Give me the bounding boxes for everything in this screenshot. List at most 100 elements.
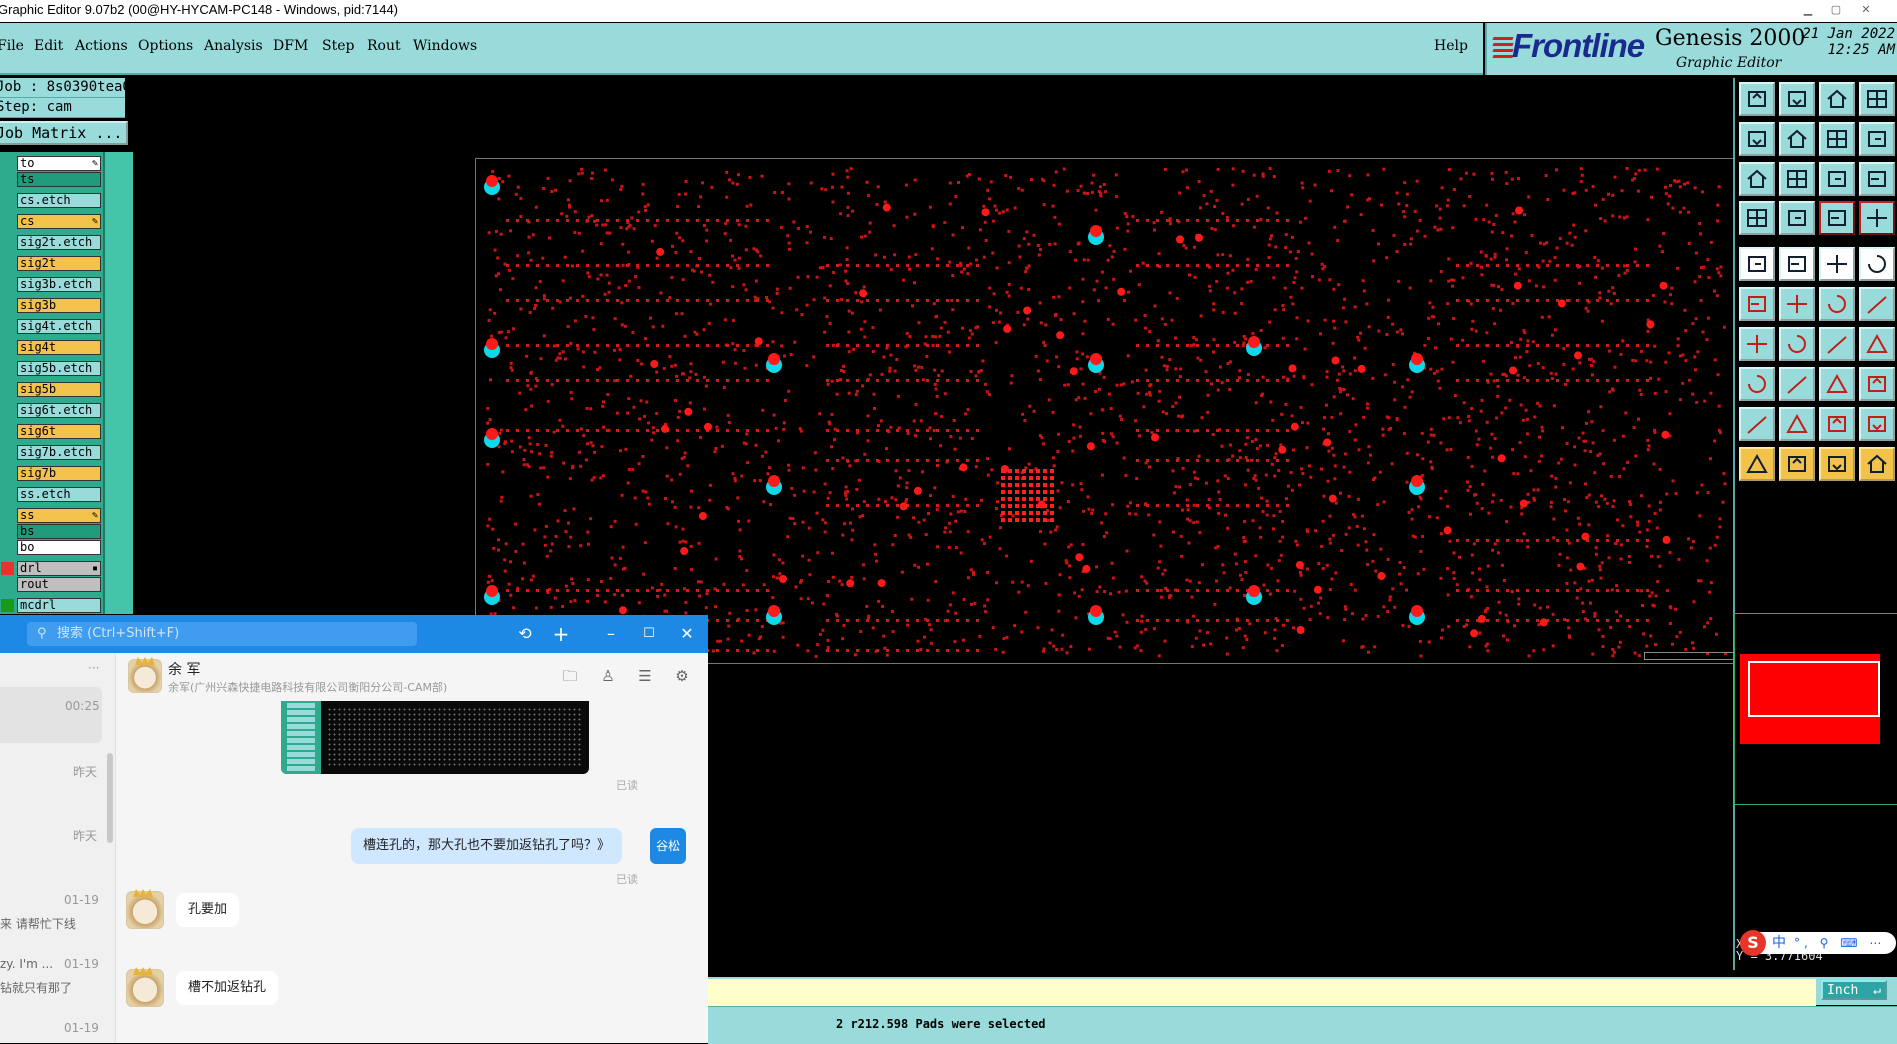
layer-cs-etch[interactable]: cs.etch: [17, 193, 101, 208]
add-icon[interactable]: +: [548, 621, 574, 647]
layer-bo[interactable]: bo: [17, 540, 101, 555]
conversation-item-selected[interactable]: [0, 687, 102, 743]
maximize-icon[interactable]: ▢: [1826, 0, 1846, 20]
select-lasso-tool-button[interactable]: [1819, 447, 1855, 481]
snap-point-tool-button[interactable]: [1819, 287, 1855, 321]
layer-sig4t-etch[interactable]: sig4t.etch: [17, 319, 101, 334]
job-matrix-button[interactable]: Job Matrix ...: [0, 121, 128, 145]
layer-ss[interactable]: ss ✎: [17, 508, 101, 523]
probe-tool-button[interactable]: [1739, 201, 1775, 235]
add-member-icon[interactable]: ♙: [597, 665, 619, 687]
export-tool-button[interactable]: [1779, 122, 1815, 156]
scale-tool-button[interactable]: [1819, 162, 1855, 196]
conversation-scrollbar[interactable]: [107, 753, 113, 843]
ime-tools[interactable]: °, ⚲ ⌨ ⋯: [1794, 932, 1885, 954]
layer-sig3b[interactable]: sig3b: [17, 298, 101, 313]
my-avatar[interactable]: 谷松: [650, 828, 686, 864]
ime-toolbar[interactable]: S 中 °, ⚲ ⌨ ⋯: [1740, 930, 1896, 956]
cross-tool-button[interactable]: [1779, 287, 1815, 321]
import-tool-button[interactable]: [1739, 122, 1775, 156]
menu-help[interactable]: Help: [1434, 38, 1468, 54]
conversation-snippet[interactable]: 来 请帮忙下线: [0, 915, 100, 932]
layer-bs[interactable]: bs: [17, 524, 101, 539]
open-tool-button[interactable]: [1739, 82, 1775, 116]
diagonal-tool-button[interactable]: [1779, 327, 1815, 361]
layer-affected-icon[interactable]: [1, 599, 14, 612]
units-toggle[interactable]: Inch ↵: [1821, 980, 1887, 1000]
layer-mcdrl[interactable]: mcdrl: [17, 598, 101, 613]
split-tool-button[interactable]: [1859, 82, 1895, 116]
menu-step[interactable]: Step: [322, 38, 354, 54]
work-layer-arrow-icon[interactable]: [1, 562, 14, 575]
layer-sig4t[interactable]: sig4t: [17, 340, 101, 355]
selected-pad-markers[interactable]: [484, 175, 1425, 625]
menu-file[interactable]: File: [0, 38, 24, 54]
sogou-icon[interactable]: S: [1740, 930, 1766, 956]
mirror-tool-button[interactable]: [1779, 367, 1815, 401]
menu-options[interactable]: Options: [138, 38, 193, 54]
menu-edit[interactable]: Edit: [34, 38, 63, 54]
message-bubble-sent[interactable]: 槽连孔的，那大孔也不要加返钻孔了吗？》: [351, 828, 623, 864]
arc-tool-button[interactable]: [1819, 327, 1855, 361]
layer-sig7b-etch[interactable]: sig7b.etch: [17, 445, 101, 460]
help-tool-button[interactable]: [1859, 162, 1895, 196]
settings-gear-icon[interactable]: ⚙: [671, 665, 693, 687]
pattern-tool-button[interactable]: [1859, 327, 1895, 361]
layer-sig6t[interactable]: sig6t: [17, 424, 101, 439]
layer-cs[interactable]: cs ✎: [17, 214, 101, 229]
layer-sig3b-etch[interactable]: sig3b.etch: [17, 277, 101, 292]
select-tool-button[interactable]: [1739, 447, 1775, 481]
select-multi-tool-button[interactable]: [1859, 447, 1895, 481]
more-icon[interactable]: ···: [88, 661, 99, 675]
contact-avatar[interactable]: [126, 891, 164, 929]
overview-viewport[interactable]: [1748, 661, 1880, 717]
chat-search-input[interactable]: ⚲ 搜索 (Ctrl+Shift+F): [27, 622, 417, 646]
peak-tool-button[interactable]: [1779, 407, 1815, 441]
layer-sig5b[interactable]: sig5b: [17, 382, 101, 397]
contact-avatar[interactable]: [126, 969, 164, 1007]
contact-avatar[interactable]: [128, 659, 162, 693]
rotate-tool-button[interactable]: [1739, 367, 1775, 401]
chat-close-icon[interactable]: ✕: [674, 621, 700, 647]
layer-sig2t[interactable]: sig2t: [17, 256, 101, 271]
layer-ts[interactable]: ts: [17, 172, 101, 187]
arch-tool-button[interactable]: [1819, 407, 1855, 441]
contact-name[interactable]: 余 军: [168, 659, 200, 679]
layer-ss-etch[interactable]: ss.etch: [17, 487, 101, 502]
net-tool-button[interactable]: [1739, 287, 1775, 321]
layer-drl[interactable]: drl ▪: [17, 561, 101, 576]
resize-tool-button[interactable]: [1819, 367, 1855, 401]
layer-to[interactable]: to ✎: [17, 156, 101, 171]
conversation-snippet[interactable]: zy. I'm ...: [0, 957, 55, 971]
ime-lang[interactable]: 中: [1772, 932, 1786, 954]
layer-sig6t-etch[interactable]: sig6t.etch: [17, 403, 101, 418]
conversation-snippet[interactable]: 钻就只有那了: [0, 979, 100, 996]
ruler-tool-button[interactable]: [1819, 247, 1855, 281]
search-history-icon[interactable]: ☰: [634, 665, 656, 687]
array-tool-button[interactable]: [1859, 367, 1895, 401]
layer-sig7b[interactable]: sig7b: [17, 466, 101, 481]
connect-tool-button[interactable]: [1859, 287, 1895, 321]
triangle-tool-button[interactable]: [1739, 407, 1775, 441]
pcb-board-view[interactable]: [476, 159, 1734, 663]
pad-tool-button[interactable]: [1859, 247, 1895, 281]
layer-rout[interactable]: rout: [17, 577, 101, 592]
layer-list-scroll[interactable]: [103, 152, 133, 614]
measure-tool-button[interactable]: [1779, 201, 1815, 235]
menu-actions[interactable]: Actions: [75, 38, 128, 54]
menu-analysis[interactable]: Analysis: [204, 38, 263, 54]
fit-screen-tool-button[interactable]: [1739, 162, 1775, 196]
undo-tool-button[interactable]: [1819, 122, 1855, 156]
camera-tool-button[interactable]: [1739, 247, 1775, 281]
layer-sig2t-etch[interactable]: sig2t.etch: [17, 235, 101, 250]
chat-minimize-icon[interactable]: –: [598, 621, 624, 647]
layer-sig5b-etch[interactable]: sig5b.etch: [17, 361, 101, 376]
menu-windows[interactable]: Windows: [413, 38, 477, 54]
window-close-icon[interactable]: ✕: [1856, 0, 1876, 20]
home-tool-button[interactable]: [1819, 82, 1855, 116]
zoom-fit-tool-button[interactable]: [1779, 162, 1815, 196]
bridge-tool-button[interactable]: [1859, 407, 1895, 441]
layer-pair-tool-button[interactable]: [1819, 201, 1855, 235]
redo-tool-button[interactable]: [1859, 122, 1895, 156]
history-icon[interactable]: ⟲: [512, 621, 538, 647]
